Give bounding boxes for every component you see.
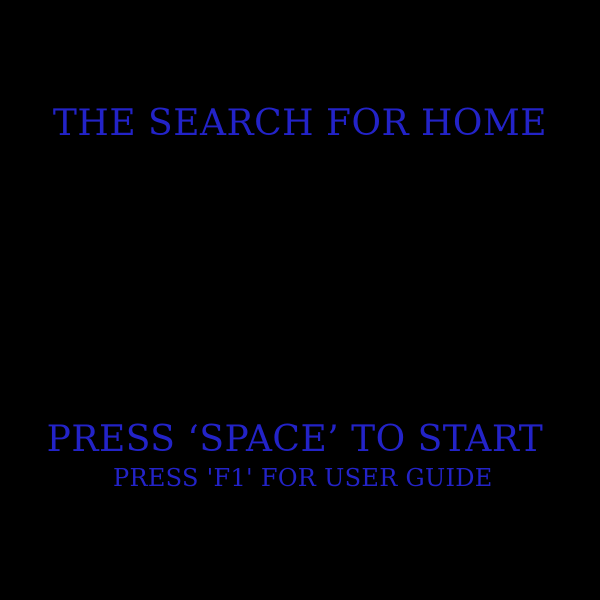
start-prompt: Press ‘Space’ to Start xyxy=(46,419,544,460)
title-screen: The Search for Home Press ‘Space’ to Sta… xyxy=(0,0,600,600)
game-title: The Search for Home xyxy=(52,103,548,144)
user-guide-prompt: Press 'F1' for User Guide xyxy=(113,464,493,492)
